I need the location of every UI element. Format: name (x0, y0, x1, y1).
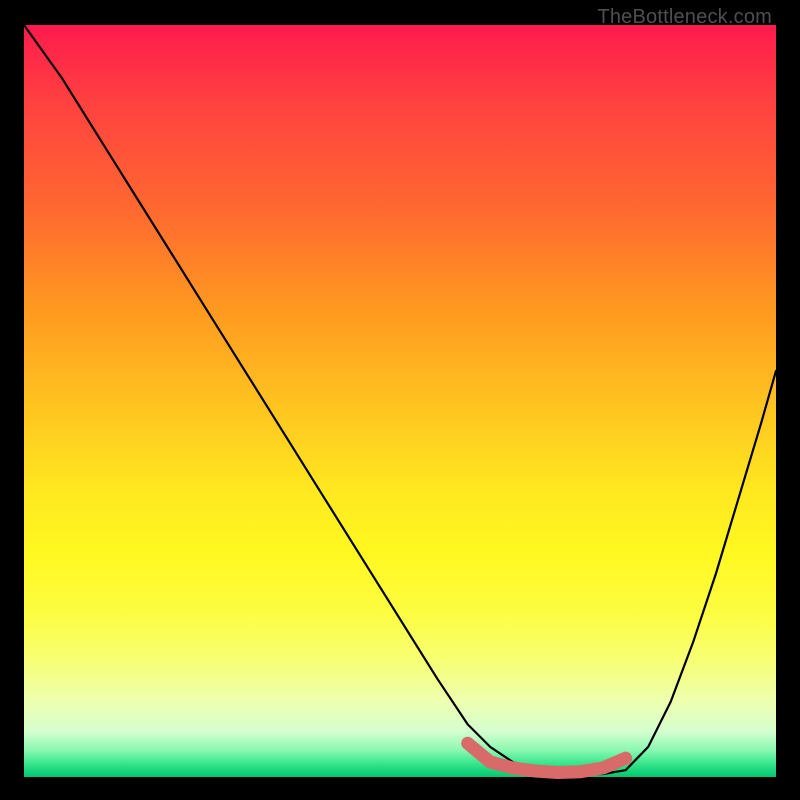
chart-overlay (24, 25, 776, 777)
bottleneck-curve-line (24, 25, 776, 775)
